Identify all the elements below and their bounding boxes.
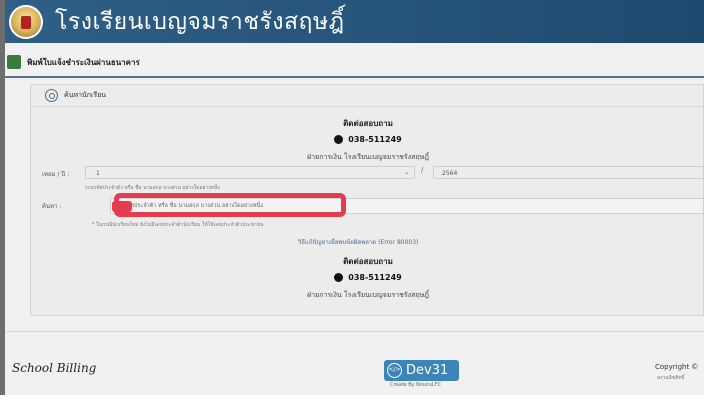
contact-box-bottom: ติดต่อสอบถาม 038-511249 ฝ่ายการเงิน โรงเ…: [31, 255, 704, 301]
contact-phone-number: 038-511249: [348, 273, 402, 282]
copyright-text: Copyright ©: [655, 363, 699, 371]
term-select[interactable]: 1 ⌄: [85, 166, 415, 179]
contact-phone: 038-511249: [31, 135, 704, 144]
dev-credit: Create By NounsLFC: [390, 382, 442, 388]
bank-slip-icon: [7, 55, 21, 69]
dev-badge[interactable]: </> Dev31: [384, 360, 459, 381]
chevron-down-icon: ⌄: [403, 169, 409, 176]
contact-box-top: ติดต่อสอบถาม 038-511249 ฝ่ายการเงิน โรงเ…: [31, 117, 704, 163]
page-title: พิมพ์ใบแจ้งชำระเงินผ่านธนาคาร: [27, 57, 140, 67]
contact-phone: 038-511249: [31, 273, 704, 282]
footer-brand: School Billing: [12, 361, 97, 375]
phone-icon: [334, 135, 344, 144]
term-year-separator: /: [421, 166, 424, 174]
footer-divider: [5, 331, 704, 332]
school-name: โรงเรียนเบญจมราชรังสฤษฎิ์: [55, 8, 345, 35]
page-bottom-margin: [0, 395, 704, 403]
page-subtitle-bar: พิมพ์ใบแจ้งชำระเงินผ่านธนาคาร: [5, 48, 704, 78]
error-help-link[interactable]: วิธีแก้ปัญหาเมื่อพบข้อผิดพลาด (Error 800…: [298, 237, 418, 247]
red-highlight-box: [114, 193, 346, 217]
panel-header: ค้นหานักเรียน: [31, 85, 704, 107]
contact-department: ฝ่ายการเงิน โรงเรียนเบญจมราชรังสฤษฎิ์: [307, 153, 429, 161]
code-icon: </>: [387, 363, 402, 378]
school-emblem-icon: [9, 4, 43, 39]
contact-title: ติดต่อสอบถาม: [343, 119, 393, 128]
year-field[interactable]: 2564: [433, 166, 704, 179]
term-value: 1: [96, 170, 100, 177]
new-student-note: * ในกรณีนักเรียนใหม่ ยังไม่มีเลขประจำตัว…: [92, 222, 264, 228]
term-label: เทอม / ปี :: [42, 171, 70, 178]
contact-title: ติดต่อสอบถาม: [343, 257, 393, 266]
panel-title: ค้นหานักเรียน: [64, 91, 107, 99]
year-value: 2564: [442, 170, 458, 177]
search-label: ค้นหา :: [42, 203, 62, 210]
contact-department: ฝ่ายการเงิน โรงเรียนเบญจมราชรังสฤษฎิ์: [307, 291, 429, 299]
term-hint: ระบุรหัสประจำตัว หรือ ชื่อ นามสกุล บางส่…: [85, 185, 220, 191]
dev-label: Dev31: [406, 363, 449, 378]
search-icon: [45, 89, 58, 102]
screenshot-screen: โรงเรียนเบญจมราชรังสฤษฎิ์ พิมพ์ใบแจ้งชำร…: [0, 0, 704, 403]
site-header: โรงเรียนเบญจมราชรังสฤษฎิ์: [5, 0, 704, 43]
copyright-subtext: สงวนลิขสิทธิ์: [657, 375, 685, 381]
contact-phone-number: 038-511249: [348, 135, 402, 144]
phone-icon: [334, 273, 344, 282]
